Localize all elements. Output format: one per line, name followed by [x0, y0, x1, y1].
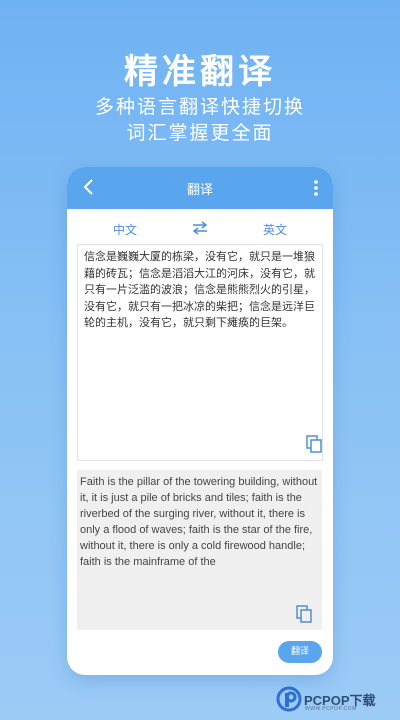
target-language-button[interactable]: 英文 — [263, 221, 287, 238]
hero-subtitle-line1: 多种语言翻译快捷切换 — [94, 96, 305, 118]
pcpop-logo-icon — [276, 686, 302, 712]
translate-button[interactable]: 翻译 — [278, 641, 322, 663]
watermark-subtext: WWW.PCPOP.COM — [305, 706, 357, 712]
hero-title: 精准翻译 — [124, 52, 276, 92]
language-selector: 中文 英文 — [67, 209, 333, 247]
source-text-area[interactable]: 信念是巍巍大厦的栋梁，没有它，就只是一堆狼藉的砖瓦；信念是滔滔大江的河床，没有它… — [77, 244, 323, 461]
source-text: 信念是巍巍大厦的栋梁，没有它，就只是一堆狼藉的砖瓦；信念是滔滔大江的河床，没有它… — [84, 250, 315, 329]
translation-result-area: Faith is the pillar of the towering buil… — [77, 470, 322, 630]
phone-mockup: 翻译 中文 英文 信念是巍巍大厦的栋梁，没有它，就只是一堆狼藉的砖瓦；信念是滔滔… — [67, 167, 333, 675]
hero-subtitle-line2: 词汇掌握更全面 — [126, 122, 274, 144]
app-title: 翻译 — [186, 183, 213, 198]
source-language-button[interactable]: 中文 — [113, 221, 137, 238]
swap-icon[interactable] — [191, 221, 209, 235]
translated-text: Faith is the pillar of the towering buil… — [80, 476, 318, 568]
copy-icon[interactable] — [296, 605, 312, 623]
app-bar: 翻译 — [67, 167, 333, 209]
more-vertical-icon[interactable] — [313, 179, 319, 197]
copy-icon[interactable] — [306, 435, 322, 453]
